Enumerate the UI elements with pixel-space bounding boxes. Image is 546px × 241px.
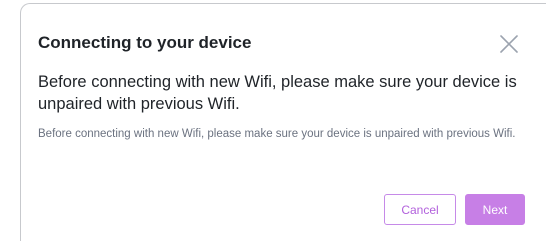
connecting-dialog: Connecting to your device Before connect… — [20, 3, 546, 241]
dialog-title: Connecting to your device — [38, 33, 252, 52]
cancel-button[interactable]: Cancel — [384, 194, 456, 225]
close-icon — [500, 35, 518, 53]
dialog-message: Before connecting with new Wifi, please … — [38, 73, 517, 113]
next-button[interactable]: Next — [465, 194, 525, 225]
dialog-helper-text: Before connecting with new Wifi, please … — [38, 128, 516, 140]
close-button[interactable] — [497, 32, 521, 56]
